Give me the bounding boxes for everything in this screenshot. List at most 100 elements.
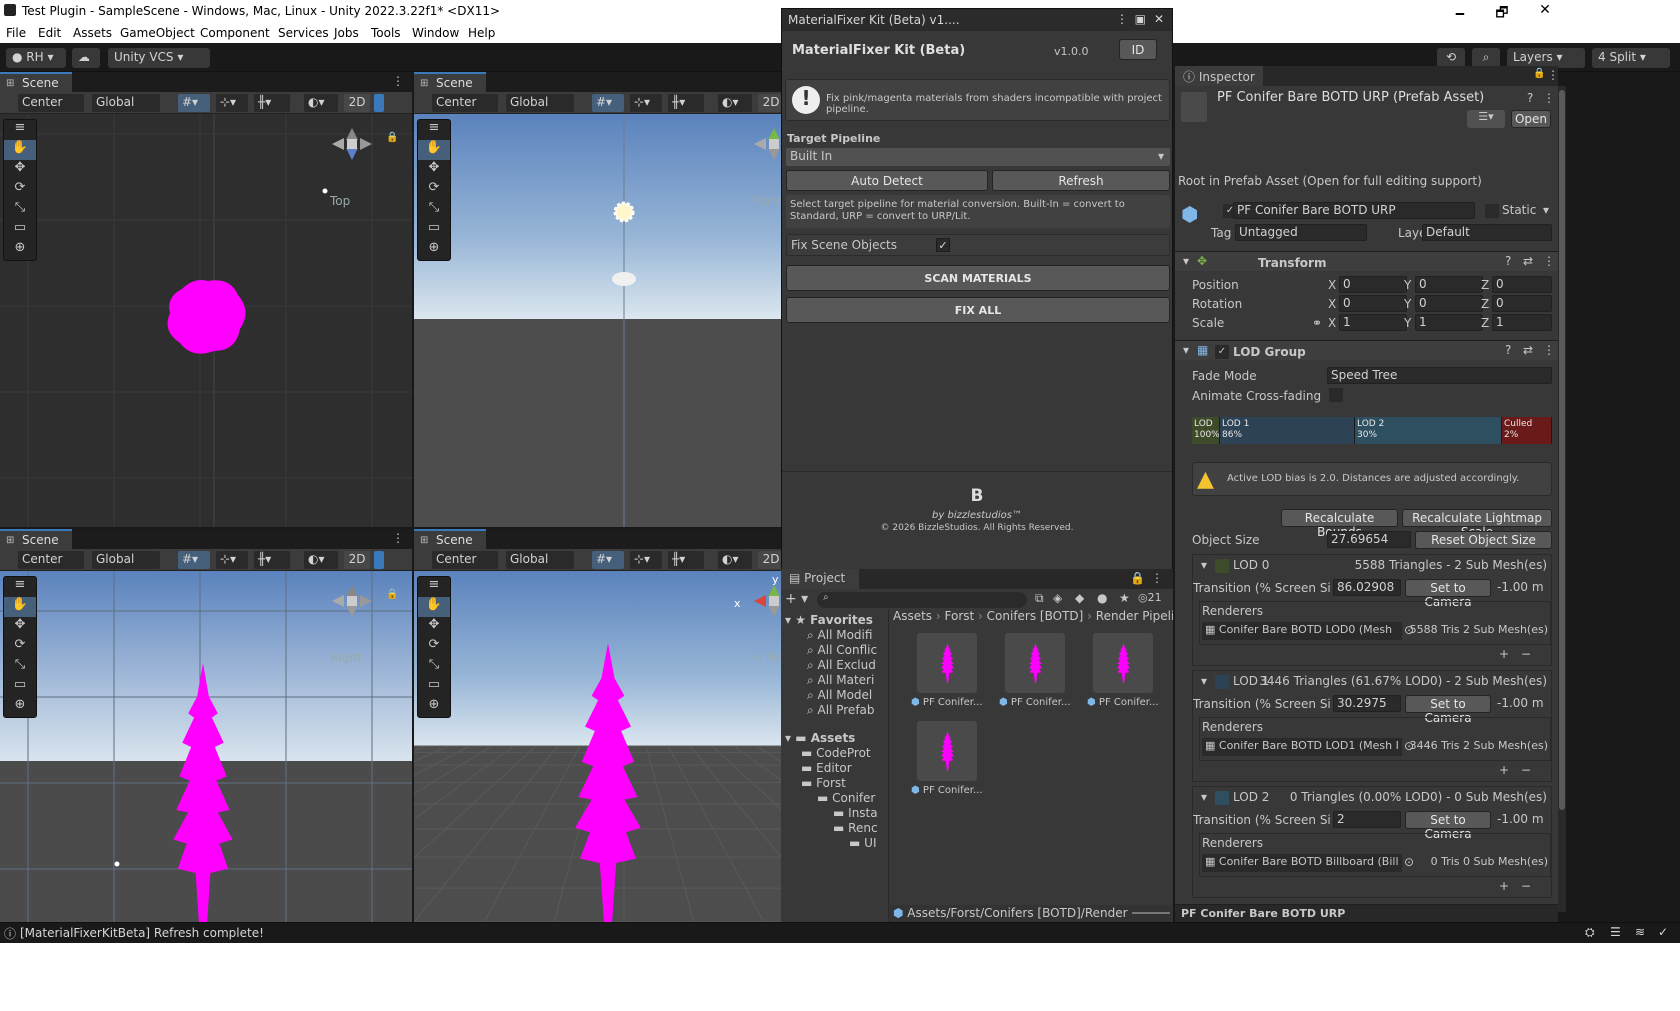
snap-increment-icon[interactable]: ⊹▾ [630,551,662,569]
2d-toggle[interactable]: 2D [344,551,370,569]
draw-mode-icon[interactable]: ◐▾ [718,94,752,112]
filter-label-icon[interactable]: ◈ [1053,591,1062,605]
ruler-icon[interactable]: ╫▾ [254,94,290,112]
folder-item[interactable]: ▬ Forst [801,776,846,790]
target-pipeline-dropdown[interactable]: Built In ▾ [786,148,1170,166]
project-tab[interactable]: ▤ Project [781,569,859,589]
add-renderer-button[interactable]: + [1499,879,1509,893]
search-icon[interactable]: ⌕ [1472,48,1500,68]
viewport[interactable]: Front🔒≡✋✥⟳⤡▭⊕ [414,114,834,527]
breadcrumb-item[interactable]: Render Pipeline [1096,609,1173,623]
rect-tool-icon[interactable]: ▭ [4,677,36,697]
rect-tool-icon[interactable]: ▭ [418,677,450,697]
chevron-down-icon[interactable]: ▾ [1183,254,1189,268]
menu-tools[interactable]: Tools [371,26,401,40]
move-tool-icon[interactable]: ✥ [418,160,450,180]
fix-scene-objects-checkbox[interactable]: ✓ [936,238,950,252]
kebab-menu-icon[interactable]: ⋮ [1116,12,1128,26]
lod-bar-segment[interactable]: Culled 2% [1502,417,1552,444]
menu-component[interactable]: Component [200,26,270,40]
remove-renderer-button[interactable]: − [1521,763,1531,777]
object-name-field[interactable]: PF Conifer Bare BOTD URP [1233,202,1475,219]
hand-tool-icon[interactable]: ✋ [4,140,36,160]
tag-dropdown[interactable]: Untagged [1235,224,1367,241]
set-to-camera-button[interactable]: Set to Camera [1405,811,1491,841]
transform-x-field[interactable]: 1 [1339,314,1407,331]
open-options-icon[interactable]: ☰▾ [1467,110,1505,128]
scene-view-front[interactable]: ⊞Scene⋮CenterGlobal#▾⊹▾╫▾◐▾2DFront🔒≡✋✥⟳⤡… [414,72,834,527]
menu-jobs[interactable]: Jobs [334,26,359,40]
menu-edit[interactable]: Edit [38,26,61,40]
pivot-dropdown[interactable]: Center [18,551,84,569]
lod-group-checkbox[interactable]: ✓ [1215,345,1229,359]
folder-item[interactable]: ▬ CodeProt [801,746,871,760]
recalculate-lightmap-button[interactable]: Recalculate Lightmap Scale [1402,509,1552,539]
fade-mode-dropdown[interactable]: Speed Tree [1327,367,1552,384]
menu-assets[interactable]: Assets [73,26,112,40]
hand-tool-icon[interactable]: ✋ [418,597,450,617]
transform-z-field[interactable]: 1 [1492,314,1552,331]
kebab-menu-icon[interactable]: ⋮ [392,74,404,88]
favorite-item[interactable]: ⌕ All Materi [807,673,874,688]
minimize-button[interactable]: 🗕 [1445,2,1475,26]
chevron-down-icon[interactable]: ▾ [1201,558,1207,572]
draw-mode-icon[interactable]: ◐▾ [718,551,752,569]
stack-icon[interactable]: ≋ [1635,925,1645,939]
rotate-tool-icon[interactable]: ⟳ [418,180,450,200]
preset-icon[interactable]: ⇄ [1523,343,1533,357]
move-tool-icon[interactable]: ✥ [4,617,36,637]
inspector-scroll-thumb[interactable] [1559,90,1565,810]
lock-icon[interactable]: 🔒 [386,589,398,600]
kebab-menu-icon[interactable]: ⋮ [1543,254,1555,268]
chevron-down-icon[interactable]: ▾ [1201,674,1207,688]
transform-header[interactable] [1175,251,1558,271]
menu-file[interactable]: File [6,26,26,40]
view-orientation-label[interactable]: Front [752,194,782,208]
favorite-item[interactable]: ⌕ All Model [807,688,872,703]
scene-tab[interactable]: ⊞ Scene [0,529,72,549]
scene-view-top[interactable]: ⊞ Scene ⋮ Center Global #▾ ⊹▾ ╫▾ ◐▾ 2D Top 🔒 ≡ ✋ ✥ ⟳ ⤡ ▭ ⊕ [0,72,412,527]
pivot-dropdown[interactable]: Center [432,94,498,112]
set-to-camera-button[interactable]: Set to Camera [1405,579,1491,609]
scale-tool-icon[interactable]: ⤡ [4,200,36,220]
static-dropdown-icon[interactable]: ▾ [1543,203,1549,217]
scale-tool-icon[interactable]: ⤡ [418,657,450,677]
add-renderer-button[interactable]: + [1499,763,1509,777]
transition-field[interactable]: 30.2975 [1333,695,1401,712]
kebab-menu-icon[interactable]: ⋮ [392,531,404,545]
lod-bar-segment[interactable]: LOD 2 30% [1355,417,1502,444]
renderer-field[interactable]: ▦ Conifer Bare BOTD Billboard (Bill [1202,854,1402,872]
help-icon[interactable]: ? [1505,254,1511,268]
folder-item[interactable]: ▬ Renc [833,821,878,835]
snap-increment-icon[interactable]: ⊹▾ [216,551,248,569]
add-asset-button[interactable]: + ▾ [785,591,808,607]
cloud-icon[interactable]: ☁ [72,48,100,68]
lod-bar-segment[interactable]: LOD 1 86% [1220,417,1355,444]
maximize-button[interactable]: 🗗 [1487,2,1517,26]
move-tool-icon[interactable]: ✥ [4,160,36,180]
draw-mode-icon[interactable]: ◐▾ [304,94,338,112]
draw-mode-icon[interactable]: ◐▾ [304,551,338,569]
network-icon[interactable]: ⛭ [1585,925,1595,940]
id-button[interactable]: ID [1119,39,1157,60]
star-icon[interactable]: ★ [1119,591,1130,605]
thumbnail-size-slider[interactable] [1132,912,1170,914]
account-dropdown[interactable]: ● RH ▾ [6,48,66,68]
transform-y-field[interactable]: 1 [1415,314,1483,331]
tag-icon[interactable]: ◆ [1075,591,1084,605]
transform-tool-icon[interactable]: ⊕ [4,240,36,260]
scale-tool-icon[interactable]: ⤡ [4,657,36,677]
asset-thumbnail[interactable]: ⬢ PF Conifer... [911,719,985,805]
check-icon[interactable]: ✓ [1658,925,1668,939]
breadcrumb-item[interactable]: Conifers [BOTD] [987,609,1084,623]
scan-materials-button[interactable]: SCAN MATERIALS [786,265,1170,291]
object-picker-icon[interactable]: ⊙ [1404,855,1414,869]
transform-x-field[interactable]: 0 [1339,276,1407,293]
scene-tab[interactable]: ⊞ Scene [0,72,72,92]
close-icon[interactable]: ✕ [1154,12,1164,26]
layout-dropdown[interactable]: 4 Split ▾ [1592,48,1670,68]
hand-tool-icon[interactable]: ✋ [4,597,36,617]
ruler-icon[interactable]: ╫▾ [668,94,704,112]
viewport[interactable]: < Persp🔒yx≡✋✥⟳⤡▭⊕ [414,571,834,922]
tools-handle-icon[interactable]: ≡ [4,120,36,140]
